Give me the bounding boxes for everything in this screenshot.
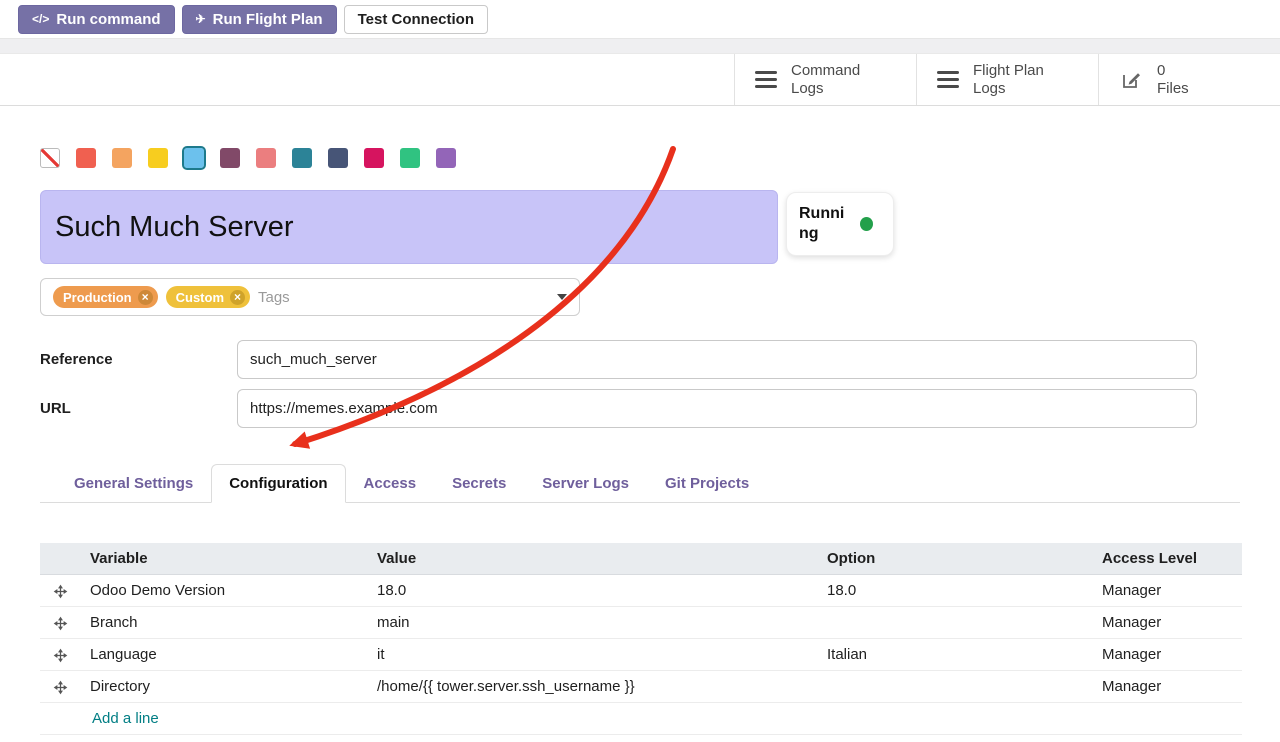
tag-pill-production: Production × (53, 286, 158, 308)
table-row: Branch main Manager (40, 607, 1242, 639)
column-header-access-level: Access Level (1092, 543, 1242, 575)
cell-option[interactable]: Italian (817, 639, 1092, 671)
cell-value[interactable]: it (367, 639, 817, 671)
status-label: Running (799, 204, 851, 244)
fields-grid: Reference URL (40, 340, 1240, 428)
color-swatch-purple[interactable] (436, 148, 456, 168)
drag-handle[interactable] (40, 639, 80, 671)
flight-plan-logs-label: Flight Plan Logs (973, 62, 1055, 98)
move-icon (53, 648, 68, 663)
cell-access-level[interactable]: Manager (1092, 607, 1242, 639)
tab-git-projects[interactable]: Git Projects (647, 464, 767, 503)
tags-select[interactable]: Production × Custom × Tags (40, 278, 580, 316)
table-row: Odoo Demo Version 18.0 18.0 Manager (40, 575, 1242, 607)
color-swatch-orange[interactable] (112, 148, 132, 168)
table-header-row: Variable Value Option Access Level (40, 543, 1242, 575)
tab-access[interactable]: Access (346, 464, 435, 503)
cell-access-level[interactable]: Manager (1092, 671, 1242, 703)
cell-value[interactable]: main (367, 607, 817, 639)
tab-server-logs[interactable]: Server Logs (524, 464, 647, 503)
cell-option[interactable] (817, 607, 1092, 639)
code-icon: </> (32, 12, 49, 26)
tab-configuration[interactable]: Configuration (211, 464, 345, 503)
chevron-down-icon[interactable] (557, 294, 567, 300)
test-connection-label: Test Connection (358, 11, 474, 28)
page-background-strip (0, 38, 1280, 54)
column-header-option: Option (817, 543, 1092, 575)
notebook-tabs: General Settings Configuration Access Se… (40, 464, 1240, 503)
plane-icon: ✈ (196, 12, 206, 26)
variables-table: Variable Value Option Access Level Odoo … (40, 543, 1242, 735)
color-swatch-teal[interactable] (292, 148, 312, 168)
url-input[interactable] (237, 389, 1197, 428)
move-icon (53, 680, 68, 695)
color-swatch-green[interactable] (400, 148, 420, 168)
tag-label: Production (63, 290, 132, 305)
color-swatch-red[interactable] (76, 148, 96, 168)
add-line-row: Add a line (40, 703, 1242, 735)
run-flight-plan-button[interactable]: ✈ Run Flight Plan (182, 5, 337, 34)
table-row: Directory /home/{{ tower.server.ssh_user… (40, 671, 1242, 703)
reference-label: Reference (40, 351, 237, 368)
move-icon (53, 584, 68, 599)
color-swatch-magenta[interactable] (364, 148, 384, 168)
cell-option[interactable] (817, 671, 1092, 703)
cell-option[interactable]: 18.0 (817, 575, 1092, 607)
cell-variable[interactable]: Odoo Demo Version (80, 575, 367, 607)
color-swatch-salmon[interactable] (256, 148, 276, 168)
server-name-input[interactable] (40, 190, 778, 264)
status-dot-icon (860, 217, 873, 231)
url-label: URL (40, 400, 237, 417)
cell-value[interactable]: /home/{{ tower.server.ssh_username }} (367, 671, 817, 703)
command-logs-button[interactable]: Command Logs (734, 54, 916, 105)
handle-column-header (40, 543, 80, 575)
move-icon (53, 616, 68, 631)
flight-plan-logs-button[interactable]: Flight Plan Logs (916, 54, 1098, 105)
cell-variable[interactable]: Directory (80, 671, 367, 703)
color-swatch-none[interactable] (40, 148, 60, 168)
cell-value[interactable]: 18.0 (367, 575, 817, 607)
command-logs-label: Command Logs (791, 62, 873, 98)
column-header-variable: Variable (80, 543, 367, 575)
action-toolbar: </> Run command ✈ Run Flight Plan Test C… (0, 0, 1280, 38)
edit-pencil-icon (1119, 68, 1143, 92)
run-command-label: Run command (56, 11, 160, 28)
run-flight-plan-label: Run Flight Plan (213, 11, 323, 28)
tag-label: Custom (176, 290, 224, 305)
tags-placeholder: Tags (258, 289, 290, 306)
tab-secrets[interactable]: Secrets (434, 464, 524, 503)
status-badge[interactable]: Running (786, 192, 894, 256)
tab-general-settings[interactable]: General Settings (56, 464, 211, 503)
files-label: Files (1157, 80, 1189, 98)
remove-tag-icon[interactable]: × (138, 290, 153, 305)
files-count: 0 (1157, 62, 1189, 80)
color-swatch-yellow[interactable] (148, 148, 168, 168)
files-button[interactable]: 0 Files (1098, 54, 1280, 105)
column-header-value: Value (367, 543, 817, 575)
list-icon (937, 71, 959, 88)
stat-button-bar: Command Logs Flight Plan Logs 0 Files (0, 54, 1280, 106)
cell-variable[interactable]: Language (80, 639, 367, 671)
remove-tag-icon[interactable]: × (230, 290, 245, 305)
color-swatch-darkpurple[interactable] (220, 148, 240, 168)
tag-pill-custom: Custom × (166, 286, 250, 308)
drag-handle[interactable] (40, 607, 80, 639)
list-icon (755, 71, 777, 88)
reference-input[interactable] (237, 340, 1197, 379)
drag-handle[interactable] (40, 671, 80, 703)
color-picker (40, 148, 1240, 168)
server-form: Running Production × Custom × Tags Refer… (0, 148, 1280, 735)
test-connection-button[interactable]: Test Connection (344, 5, 488, 34)
drag-handle[interactable] (40, 575, 80, 607)
color-swatch-lightblue-selected[interactable] (184, 148, 204, 168)
cell-variable[interactable]: Branch (80, 607, 367, 639)
title-row: Running (40, 190, 1240, 264)
run-command-button[interactable]: </> Run command (18, 5, 175, 34)
color-swatch-darkblue[interactable] (328, 148, 348, 168)
table-row: Language it Italian Manager (40, 639, 1242, 671)
add-a-line-link[interactable]: Add a line (92, 710, 159, 727)
cell-access-level[interactable]: Manager (1092, 639, 1242, 671)
cell-access-level[interactable]: Manager (1092, 575, 1242, 607)
